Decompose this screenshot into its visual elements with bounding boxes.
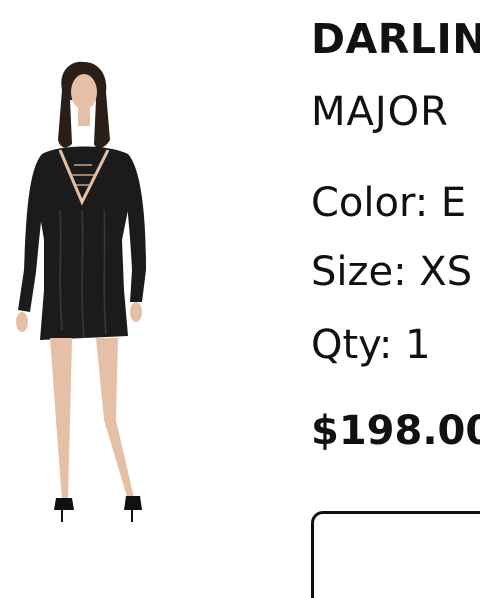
- cart-item: DARLIN MAJOR Color: E Size: XS Qty: 1 $1…: [0, 0, 480, 598]
- product-quantity: Qty: 1: [311, 322, 431, 368]
- product-image[interactable]: [0, 40, 165, 560]
- product-price: $198.00: [311, 408, 480, 454]
- product-size: Size: XS: [311, 249, 473, 295]
- action-button[interactable]: [311, 511, 480, 598]
- product-color: Color: E: [311, 180, 467, 226]
- product-brand: MAJOR: [311, 89, 449, 135]
- product-title[interactable]: DARLIN: [311, 14, 480, 64]
